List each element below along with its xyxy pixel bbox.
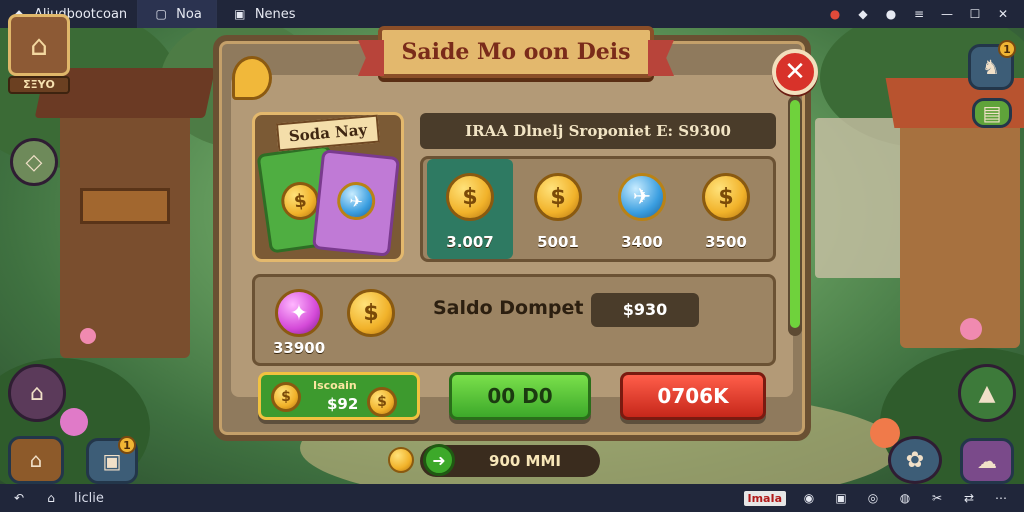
plane-coin-icon: ✈ [618,173,666,221]
coin-value: 3400 [621,233,663,251]
coin-icon: $ [271,382,301,412]
quest-icon: ♞ [982,55,1000,79]
wallet-amount: $930 [591,293,699,327]
coin-icon: $ [347,289,395,337]
inventory-icon: ▣ [102,449,122,473]
gem-value: 33900 [273,339,326,357]
card-label: Soda Nay [275,114,381,152]
info-bar: IRAA Dlnelj Sroponiet E: S9300 [420,113,776,149]
tab-noa[interactable]: ▢ Noa [137,0,216,28]
more-icon[interactable]: ⋯ [992,489,1010,507]
coin-icon: $ [446,173,494,221]
buy-coins-title: Iscoain [313,379,357,392]
chat-button[interactable]: ☁ [960,438,1014,484]
player-portrait[interactable]: ⌂ [8,14,70,76]
shop-button[interactable]: ⌂ [8,436,64,484]
map-icon: ◇ [25,149,43,175]
emulator-taskbar: ↶ ⌂ Iiclie ImaIa ◉ ▣ ◎ ◍ ✂ ⇄ ⋯ [0,484,1024,512]
calendar-icon: ▤ [982,101,1002,125]
back-icon[interactable]: ↶ [10,489,28,507]
collect-button[interactable]: ➜ [423,444,455,476]
buy-coins-button[interactable]: $ Iscoain $92 $ [258,372,420,420]
arrow-icon: ➜ [432,450,446,470]
player-level-label: ΣΞΥΟ [8,76,70,94]
purple-card: ✈ [311,149,401,257]
leaf-icon [232,56,272,100]
resource-value: 900 MMI [489,452,561,470]
dialog-scrollbar[interactable] [788,96,802,336]
flower [80,328,96,344]
coin-icon: $ [367,387,397,417]
tab-game-icon: ▣ [234,7,246,21]
home-nav-icon[interactable]: ⌂ [42,489,60,507]
treehouse-sign [80,188,170,224]
window-titlebar: ◆ Aliudbootcoan ▢ Noa ▣ Nenes ● ◆ ● ≡ — … [0,0,1024,28]
taskbar-label: Iiclie [74,490,104,506]
shake-icon[interactable]: ✂ [928,489,946,507]
taskbar-app-label[interactable]: ImaIa [743,490,786,506]
flower [960,318,982,340]
close-dialog-button[interactable]: ✕ [772,49,818,95]
treehouse [34,68,216,358]
build-button[interactable]: ▲ [958,364,1016,422]
coin-value: 3500 [705,233,747,251]
coin-value: 3.007 [446,233,494,251]
tab-home-icon: ▢ [155,7,167,21]
background-house [815,118,905,278]
build-icon: ▲ [978,380,996,406]
wallet-label: Saldo Dompet [433,297,584,319]
home-button[interactable]: ⌂ [8,364,66,422]
home-icon: ⌂ [30,380,44,406]
wallet-balance-row: ✦ $ 33900 Saldo Dompet $930 [252,274,776,366]
tab-label: Nenes [254,6,296,22]
tab-nenes[interactable]: ▣ Nenes [215,0,310,28]
menu-icon[interactable]: ≡ [910,5,928,23]
chat-icon: ☁ [977,449,997,473]
settings-gear-button[interactable]: ✿ [888,436,942,484]
coin-option[interactable]: $ 5001 [515,159,601,259]
close-icon: ✕ [784,57,806,87]
location-icon[interactable]: ◍ [896,489,914,507]
window-controls: ● ◆ ● ≡ — ☐ ✕ [826,5,1024,23]
settings-icon[interactable]: ◆ [854,5,872,23]
dialog-title: Saide Mo oon Deis [378,26,654,78]
maximize-icon[interactable]: ☐ [966,5,984,23]
coin-option[interactable]: ✈ 3400 [599,159,685,259]
notification-badge: 1 [118,436,136,454]
calendar-button[interactable]: ▤ [972,98,1012,128]
coin-option[interactable]: $ 3.007 [427,159,513,259]
flower [60,408,88,436]
coin-option[interactable]: $ 3500 [683,159,769,259]
screenshot-icon[interactable]: ▣ [832,489,850,507]
keyboard-icon[interactable]: ◉ [800,489,818,507]
gem-coin-icon: ✦ [275,289,323,337]
map-button[interactable]: ◇ [10,138,58,186]
account-icon[interactable]: ● [882,5,900,23]
coin-icon: $ [534,173,582,221]
gear-icon: ✿ [905,447,925,473]
shop-icon: ⌂ [29,448,43,472]
quest-badge: 1 [998,40,1016,58]
coin-options: $ 3.007 $ 5001 ✈ 3400 $ 3500 [420,156,776,262]
coin-value: 5001 [537,233,579,251]
tab-label: Noa [176,6,202,22]
camera-icon[interactable]: ◎ [864,489,882,507]
house-icon: ⌂ [30,28,48,62]
plane-coin-icon: ✈ [335,180,378,222]
confirm-button[interactable]: 00 D0 [449,372,591,420]
close-window-icon[interactable]: ✕ [994,5,1012,23]
buy-coins-amount: $92 [327,395,359,413]
coin-icon [388,447,414,473]
right-house [885,78,1024,348]
scrollbar-thumb[interactable] [790,100,800,328]
minimize-icon[interactable]: — [938,5,956,23]
cancel-button[interactable]: 0706K [620,372,766,420]
rotate-icon[interactable]: ⇄ [960,489,978,507]
card-bundle-image: $ ✈ Soda Nay [252,112,404,262]
coin-icon: $ [702,173,750,221]
record-icon[interactable]: ● [826,5,844,23]
